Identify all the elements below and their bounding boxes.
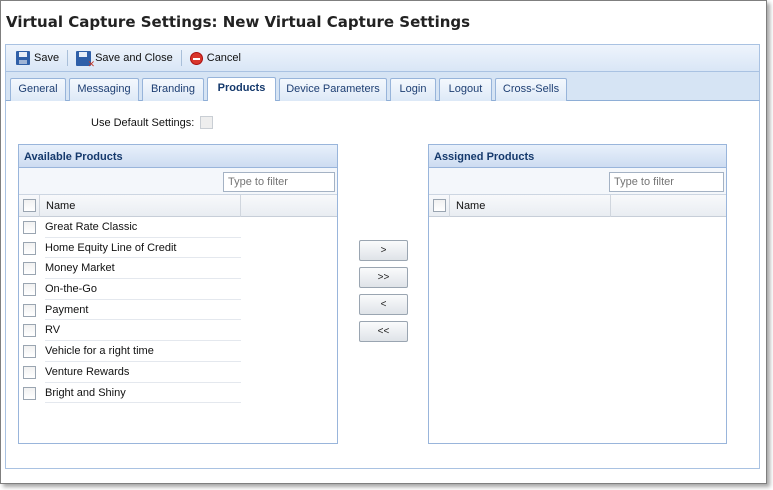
row-checkbox[interactable] [23, 324, 36, 338]
settings-window: Virtual Capture Settings: New Virtual Ca… [0, 0, 767, 484]
tab-strip: General Messaging Branding Products Devi… [5, 72, 760, 102]
product-name: Payment [45, 300, 241, 321]
product-name: Venture Rewards [45, 362, 241, 383]
save-close-icon [76, 50, 95, 70]
list-item[interactable]: Vehicle for a right time [19, 341, 337, 362]
save-button-label: Save [34, 52, 60, 64]
row-checkbox[interactable] [23, 345, 36, 359]
save-and-close-button[interactable]: Save and Close [72, 50, 177, 70]
product-name: Money Market [45, 258, 241, 280]
assigned-grid-header: Name [429, 195, 726, 217]
tab-login[interactable]: Login [390, 78, 436, 101]
assigned-filter-input[interactable] [609, 172, 724, 192]
product-name: RV [45, 320, 241, 342]
product-name: On-the-Go [45, 279, 241, 300]
tab-general[interactable]: General [10, 78, 66, 101]
product-name: Bright and Shiny [45, 383, 241, 404]
row-checkbox[interactable] [23, 386, 36, 400]
product-name: Home Equity Line of Credit [45, 238, 241, 259]
use-default-settings-row: Use Default Settings: [91, 116, 214, 129]
available-select-all-cell [19, 195, 40, 217]
tab-cross-sells[interactable]: Cross-Sells [495, 78, 567, 101]
available-name-column-header[interactable]: Name [41, 195, 241, 217]
row-checkbox[interactable] [23, 221, 36, 234]
save-button[interactable]: Save [12, 51, 63, 65]
cancel-button[interactable]: Cancel [186, 51, 245, 65]
tab-products[interactable]: Products [207, 77, 276, 102]
assigned-filter-bar [429, 168, 726, 195]
cancel-button-label: Cancel [206, 52, 241, 64]
add-selected-button[interactable]: > [359, 240, 408, 261]
save-icon [16, 51, 30, 65]
list-item[interactable]: On-the-Go [19, 279, 337, 300]
remove-all-button[interactable]: << [359, 321, 408, 342]
list-item[interactable]: Home Equity Line of Credit [19, 238, 337, 259]
row-checkbox[interactable] [23, 365, 36, 379]
assigned-select-all-checkbox[interactable] [433, 199, 446, 212]
assigned-name-column-header[interactable]: Name [451, 195, 611, 217]
cancel-icon [189, 51, 203, 65]
tab-messaging[interactable]: Messaging [69, 78, 139, 101]
window-title: Virtual Capture Settings: New Virtual Ca… [1, 1, 766, 43]
available-filter-input[interactable] [223, 172, 335, 192]
available-products-title: Available Products [19, 145, 337, 168]
available-products-panel: Available Products Name Great Rate Class… [18, 144, 338, 444]
list-item[interactable]: Venture Rewards [19, 362, 337, 383]
available-products-list: Great Rate Classic Home Equity Line of C… [19, 217, 337, 404]
use-default-settings-checkbox[interactable] [200, 116, 214, 129]
available-select-all-checkbox[interactable] [23, 199, 36, 212]
add-all-button[interactable]: >> [359, 267, 408, 288]
row-checkbox[interactable] [23, 283, 36, 297]
list-item[interactable]: Money Market [19, 258, 337, 280]
product-name: Vehicle for a right time [45, 341, 241, 362]
save-and-close-label: Save and Close [95, 52, 173, 64]
available-filter-bar [19, 168, 337, 195]
toolbar-divider [180, 50, 182, 66]
tab-branding[interactable]: Branding [142, 78, 204, 101]
row-checkbox[interactable] [23, 241, 36, 255]
product-name: Great Rate Classic [45, 217, 241, 238]
remove-selected-button[interactable]: < [359, 294, 408, 315]
assigned-products-panel: Assigned Products Name [428, 144, 727, 444]
available-grid-header: Name [19, 195, 337, 217]
assigned-products-title: Assigned Products [429, 145, 726, 168]
use-default-settings-label: Use Default Settings: [91, 116, 195, 129]
assigned-select-all-cell [429, 195, 450, 217]
tab-device-parameters[interactable]: Device Parameters [279, 78, 387, 101]
list-item[interactable]: Great Rate Classic [19, 217, 337, 238]
list-item[interactable]: RV [19, 320, 337, 342]
row-checkbox[interactable] [23, 262, 36, 276]
tab-logout[interactable]: Logout [439, 78, 492, 101]
products-tab-content: Use Default Settings: Available Products… [5, 101, 760, 469]
list-item[interactable]: Bright and Shiny [19, 383, 337, 404]
row-checkbox[interactable] [23, 303, 36, 317]
toolbar-divider [67, 50, 69, 66]
toolbar: Save Save and Close Cancel [5, 44, 760, 72]
list-item[interactable]: Payment [19, 300, 337, 321]
